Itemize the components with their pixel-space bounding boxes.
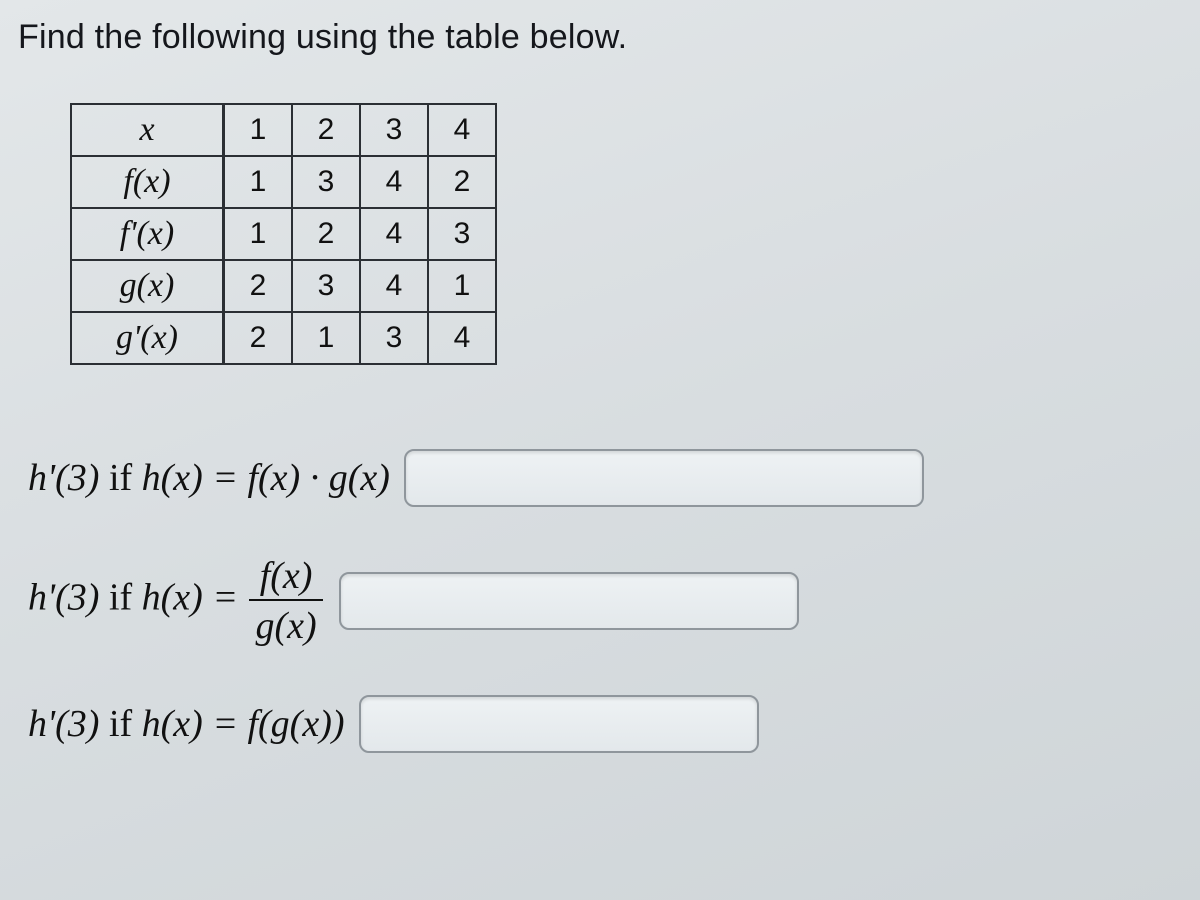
answer-input-chain[interactable] [359, 695, 759, 753]
cell: 3 [292, 260, 360, 312]
cell: 1 [224, 208, 293, 260]
question-quotient-rule: h'(3) if h(x) = f(x)g(x) [28, 557, 1190, 645]
question-label: h'(3) if h(x) = f(g(x)) [28, 702, 345, 746]
worksheet-page: Find the following using the table below… [0, 0, 1200, 900]
cell: 3 [428, 208, 496, 260]
cell: 4 [428, 104, 496, 156]
question-label: h'(3) if h(x) = f(x)g(x) [28, 557, 325, 645]
fraction: f(x)g(x) [249, 557, 322, 645]
question-product-rule: h'(3) if h(x) = f(x) · g(x) [28, 449, 1190, 507]
questions-block: h'(3) if h(x) = f(x) · g(x) h'(3) if h(x… [18, 449, 1190, 753]
cell: 1 [224, 156, 293, 208]
answer-input-product[interactable] [404, 449, 924, 507]
question-label: h'(3) if h(x) = f(x) · g(x) [28, 456, 390, 500]
row-label-x: x [71, 104, 224, 156]
cell: 3 [292, 156, 360, 208]
row-label-fprime: f'(x) [71, 208, 224, 260]
cell: 1 [224, 104, 293, 156]
cell: 1 [292, 312, 360, 364]
table-row: f(x) 1 3 4 2 [71, 156, 496, 208]
table-row: g'(x) 2 1 3 4 [71, 312, 496, 364]
cell: 2 [224, 260, 293, 312]
answer-input-quotient[interactable] [339, 572, 799, 630]
function-values-table: x 1 2 3 4 f(x) 1 3 4 2 f'(x) 1 2 4 3 g [70, 103, 497, 365]
table-row: g(x) 2 3 4 1 [71, 260, 496, 312]
question-chain-rule: h'(3) if h(x) = f(g(x)) [28, 695, 1190, 753]
cell: 1 [428, 260, 496, 312]
cell: 2 [292, 104, 360, 156]
cell: 2 [292, 208, 360, 260]
row-label-gprime: g'(x) [71, 312, 224, 364]
cell: 4 [360, 260, 428, 312]
row-label-g: g(x) [71, 260, 224, 312]
cell: 2 [224, 312, 293, 364]
cell: 3 [360, 312, 428, 364]
cell: 4 [360, 156, 428, 208]
table-row: f'(x) 1 2 4 3 [71, 208, 496, 260]
cell: 4 [360, 208, 428, 260]
cell: 3 [360, 104, 428, 156]
row-label-f: f(x) [71, 156, 224, 208]
table-row: x 1 2 3 4 [71, 104, 496, 156]
instruction-text: Find the following using the table below… [18, 18, 1190, 57]
cell: 2 [428, 156, 496, 208]
cell: 4 [428, 312, 496, 364]
